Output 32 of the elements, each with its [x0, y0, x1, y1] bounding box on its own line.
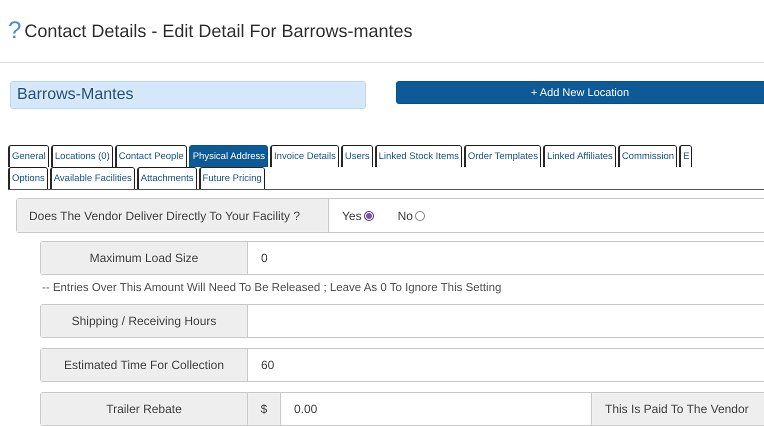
radio-button[interactable] [364, 210, 374, 220]
tab[interactable]: Invoice Details [270, 145, 339, 167]
tab[interactable]: E [679, 145, 692, 167]
tab[interactable]: Available Facilities [50, 167, 135, 189]
add-location-button[interactable]: + Add New Location [396, 81, 764, 104]
tab[interactable]: Order Templates [464, 145, 541, 167]
field-label: Estimated Time For Collection [41, 349, 248, 381]
tab[interactable]: Commission [618, 145, 678, 167]
tab[interactable]: Future Pricing [198, 167, 265, 189]
field-label: Shipping / Receiving Hours [41, 305, 248, 337]
page-title: Contact Details - Edit Detail For Barrows-mantes [24, 20, 412, 42]
radio-button[interactable] [414, 210, 425, 220]
help-text: -- Entries Over This Amount Will Need To Be Released ; Leave As 0 To Ignore This Setting [42, 282, 502, 294]
tab[interactable]: Physical Address [188, 145, 268, 167]
field-label: Trailer Rebate [41, 393, 248, 425]
input-field[interactable]: 60 [248, 349, 764, 381]
radio-option[interactable]: No [398, 208, 425, 222]
question-label: Does The Vendor Deliver Directly To Your Facility ? [17, 199, 329, 232]
tab[interactable]: Users [340, 145, 373, 167]
tab[interactable]: General [8, 145, 49, 167]
radio-option[interactable]: Yes [342, 208, 374, 222]
field-note: This Is Paid To The Vendor [592, 393, 764, 425]
tab[interactable]: Attachments [136, 167, 197, 189]
name-field[interactable]: Barrows-Mantes [10, 81, 366, 109]
tab[interactable]: Options [8, 167, 48, 189]
field-label: Maximum Load Size [41, 242, 248, 274]
tab[interactable]: Locations (0) [50, 145, 113, 167]
tab[interactable]: Linked Affiliates [542, 145, 616, 167]
tab[interactable]: Linked Stock Items [374, 145, 462, 167]
tab[interactable]: Contact People [114, 145, 187, 167]
currency-prefix: $ [248, 393, 281, 425]
input-field[interactable]: 0 [248, 242, 764, 274]
